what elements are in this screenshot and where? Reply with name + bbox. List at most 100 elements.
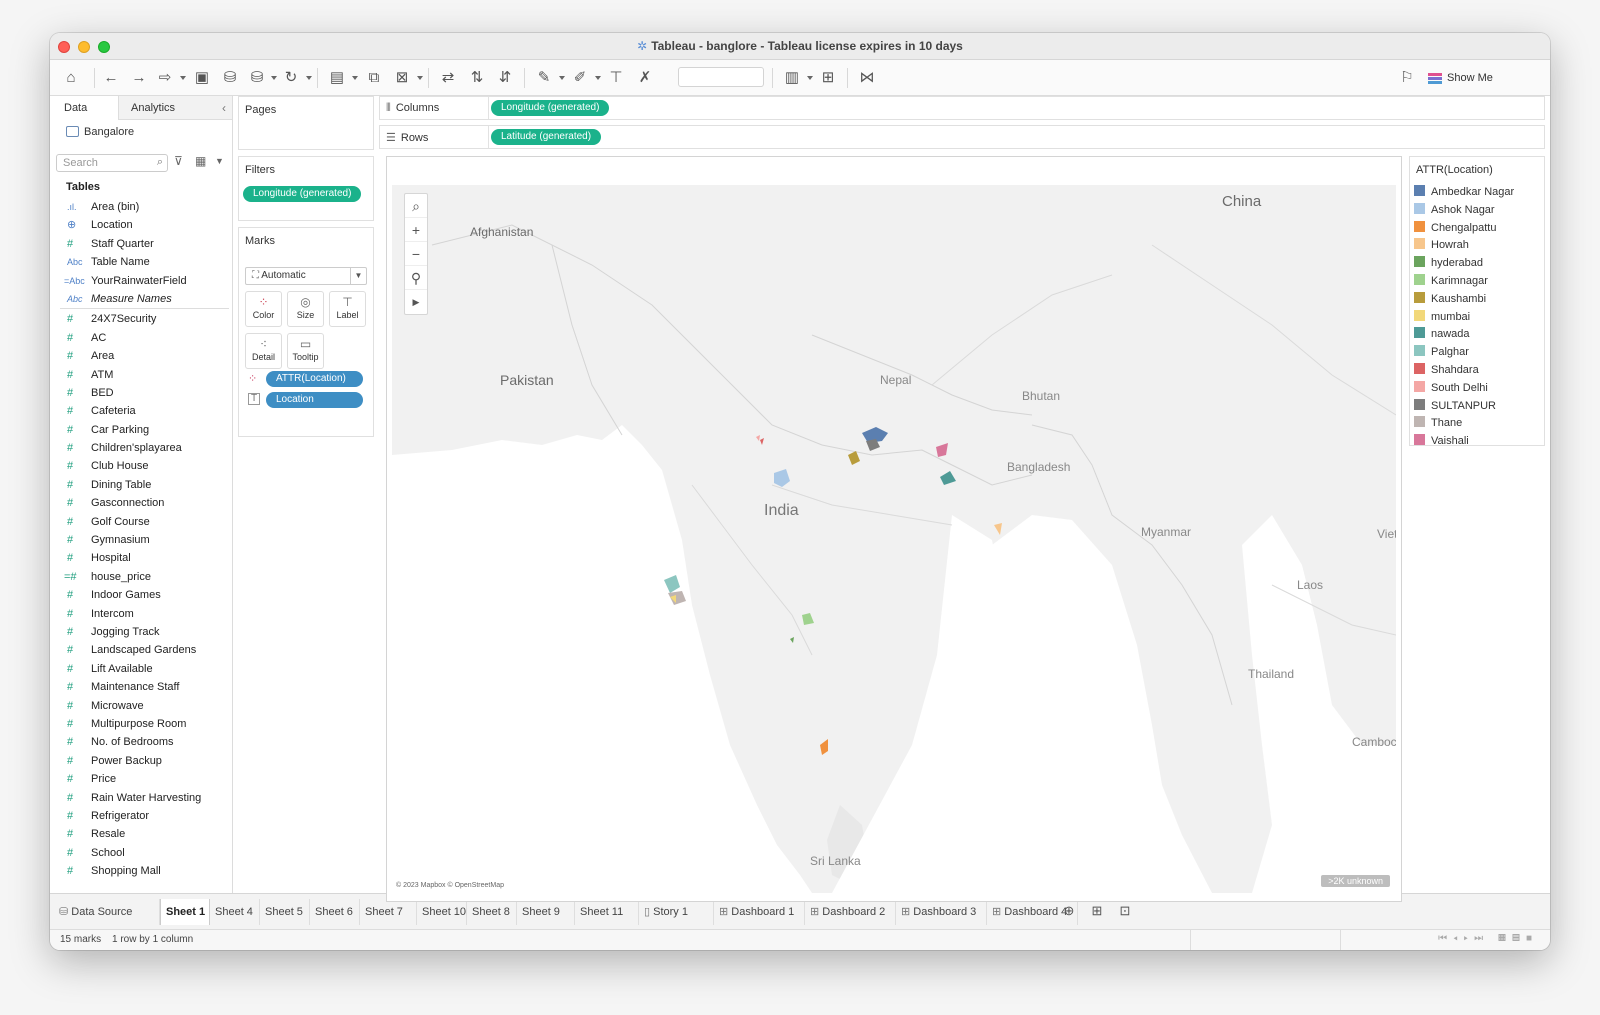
field-item[interactable]: # Maintenance Staff bbox=[50, 678, 232, 696]
field-item[interactable]: # Area bbox=[50, 347, 232, 365]
legend-item[interactable]: South Delhi bbox=[1414, 380, 1514, 398]
field-item[interactable]: # Microwave bbox=[50, 697, 232, 715]
field-item[interactable]: # Hospital bbox=[50, 549, 232, 567]
legend-item[interactable]: nawada bbox=[1414, 326, 1514, 344]
rows-shelf[interactable]: ☰ Rows Latitude (generated) bbox=[379, 125, 1545, 149]
pin-map-icon[interactable]: ⚲ bbox=[405, 266, 427, 290]
field-item[interactable]: .ıl. Area (bin) bbox=[50, 198, 232, 216]
field-item[interactable]: # School bbox=[50, 844, 232, 862]
view-options-icon[interactable]: ▦ bbox=[195, 154, 206, 168]
mark-nawada[interactable] bbox=[940, 471, 956, 485]
mark-kaushambi[interactable] bbox=[848, 451, 860, 465]
format-painter-icon[interactable]: ⚐ bbox=[1396, 67, 1418, 89]
legend-item[interactable]: Ambedkar Nagar bbox=[1414, 184, 1514, 202]
field-item[interactable]: # Intercom bbox=[50, 605, 232, 623]
mark-vaishali[interactable] bbox=[936, 443, 948, 457]
show-mark-labels-icon[interactable]: ⊤ bbox=[605, 67, 627, 89]
zoom-in-icon[interactable]: + bbox=[405, 218, 427, 242]
field-item[interactable]: =# house_price bbox=[50, 568, 232, 586]
legend-item[interactable]: Ashok Nagar bbox=[1414, 202, 1514, 220]
save-icon[interactable]: ▣ bbox=[191, 67, 213, 89]
marks-pill-attr-location[interactable]: ATTR(Location) bbox=[266, 371, 363, 387]
duplicate-sheet-icon[interactable]: ⧉ bbox=[363, 67, 385, 89]
color-button[interactable]: ⁘ Color bbox=[245, 291, 282, 327]
legend-item[interactable]: Chengalpattu bbox=[1414, 220, 1514, 238]
field-item[interactable]: # Resale bbox=[50, 825, 232, 843]
swap-rows-columns-icon[interactable]: ⇄ bbox=[437, 67, 459, 89]
legend-item[interactable]: Karimnagar bbox=[1414, 273, 1514, 291]
marks-pill-location[interactable]: Location bbox=[266, 392, 363, 408]
field-item[interactable]: #24X7Security bbox=[50, 310, 232, 328]
columns-shelf[interactable]: ⦀ Columns Longitude (generated) bbox=[379, 96, 1545, 120]
columns-pill-longitude[interactable]: Longitude (generated) bbox=[491, 100, 610, 116]
pages-card[interactable]: Pages bbox=[238, 96, 374, 150]
undo-icon[interactable]: ← bbox=[100, 67, 122, 89]
sheet-tab[interactable]: ⊞ Dashboard 2 bbox=[805, 899, 896, 925]
tooltip-button[interactable]: ▭ Tooltip bbox=[287, 333, 324, 369]
expand-toolbar-icon[interactable]: ▶ bbox=[405, 290, 427, 314]
field-item[interactable]: # Gymnasium bbox=[50, 531, 232, 549]
legend-item[interactable]: Thane bbox=[1414, 415, 1514, 433]
filter-pill-longitude[interactable]: Longitude (generated) bbox=[243, 186, 362, 202]
mark-ashok-nagar[interactable] bbox=[774, 469, 790, 487]
sort-ascending-icon[interactable]: ⇅ bbox=[466, 67, 488, 89]
field-item[interactable]: # Landscaped Gardens bbox=[50, 641, 232, 659]
redo-icon[interactable]: → bbox=[128, 67, 150, 89]
sheet-tab[interactable]: Sheet 7 bbox=[360, 899, 417, 925]
sheet-tab[interactable]: Sheet 11 bbox=[575, 899, 639, 925]
mark-thane[interactable] bbox=[668, 591, 686, 605]
unknown-badge[interactable]: >2K unknown bbox=[1321, 875, 1390, 887]
field-item[interactable]: # Jogging Track bbox=[50, 623, 232, 641]
mark-chengalpattu[interactable] bbox=[820, 739, 828, 755]
detail-button[interactable]: ⁖ Detail bbox=[245, 333, 282, 369]
refresh-icon[interactable]: ↻ bbox=[280, 67, 302, 89]
fix-axes-icon[interactable]: ✗ bbox=[634, 67, 656, 89]
legend-item[interactable]: Vaishali bbox=[1414, 433, 1514, 451]
field-item[interactable]: # Golf Course bbox=[50, 513, 232, 531]
sheet-tab[interactable]: ⛁ Data Source bbox=[54, 899, 160, 925]
sheet-tab[interactable]: Sheet 1 bbox=[160, 899, 210, 925]
zoom-out-icon[interactable]: − bbox=[405, 242, 427, 266]
presentation-mode-icon[interactable]: ⊞ bbox=[817, 67, 839, 89]
field-item[interactable]: # Lift Available bbox=[50, 660, 232, 678]
field-item[interactable]: # Indoor Games bbox=[50, 586, 232, 604]
map-search-icon[interactable]: ⌕ bbox=[405, 194, 427, 218]
sheet-tab[interactable]: ⊞ Dashboard 3 bbox=[896, 899, 987, 925]
field-item[interactable]: # ATM bbox=[50, 366, 232, 384]
sheet-tab[interactable]: Sheet 8 bbox=[467, 899, 517, 925]
group-members-icon[interactable]: ✐ bbox=[569, 67, 591, 89]
legend-item[interactable]: Palghar bbox=[1414, 344, 1514, 362]
new-datasource-icon[interactable]: ⛁ bbox=[219, 67, 241, 89]
label-button[interactable]: ⊤ Label bbox=[329, 291, 366, 327]
new-worksheet-icon[interactable]: ⊕ bbox=[1058, 900, 1080, 922]
field-item[interactable]: Abc Table Name bbox=[50, 253, 232, 271]
sheet-navigation-icons[interactable]: ⏮◂▸⏭ ▦▤■ bbox=[1438, 933, 1538, 944]
field-item[interactable]: # Staff Quarter bbox=[50, 235, 232, 253]
mark-howrah[interactable] bbox=[994, 523, 1002, 535]
field-item[interactable]: # Power Backup bbox=[50, 752, 232, 770]
mark-palghar[interactable] bbox=[664, 575, 680, 593]
sheet-tab[interactable]: Sheet 10 bbox=[417, 899, 467, 925]
sheet-tab[interactable]: Sheet 5 bbox=[260, 899, 310, 925]
legend-item[interactable]: mumbai bbox=[1414, 309, 1514, 327]
sheet-tab[interactable]: Sheet 4 bbox=[210, 899, 260, 925]
collapse-pane-icon[interactable]: ‹ bbox=[222, 101, 226, 115]
field-item[interactable]: Abc Measure Names bbox=[50, 290, 232, 308]
field-item[interactable]: # AC bbox=[50, 329, 232, 347]
home-icon[interactable]: ⌂ bbox=[60, 67, 82, 89]
new-worksheet-icon[interactable]: ▤ bbox=[326, 67, 348, 89]
legend-item[interactable]: Kaushambi bbox=[1414, 291, 1514, 309]
field-item[interactable]: # BED bbox=[50, 384, 232, 402]
legend-item[interactable]: SULTANPUR bbox=[1414, 398, 1514, 416]
field-item[interactable]: # Refrigerator bbox=[50, 807, 232, 825]
pause-updates-icon[interactable]: ⛁ bbox=[246, 67, 268, 89]
field-item[interactable]: # Shopping Mall bbox=[50, 862, 232, 880]
sheet-tab[interactable]: Sheet 6 bbox=[310, 899, 360, 925]
highlight-icon[interactable]: ✎ bbox=[533, 67, 555, 89]
field-item[interactable]: # Rain Water Harvesting bbox=[50, 789, 232, 807]
field-item[interactable]: # Club House bbox=[50, 457, 232, 475]
mark-type-dropdown[interactable]: ⛶ Automatic ▼ bbox=[245, 267, 367, 285]
fit-dropdown[interactable] bbox=[678, 67, 764, 87]
sheet-tab[interactable]: Sheet 9 bbox=[517, 899, 575, 925]
mark-south-delhi[interactable] bbox=[756, 435, 760, 441]
